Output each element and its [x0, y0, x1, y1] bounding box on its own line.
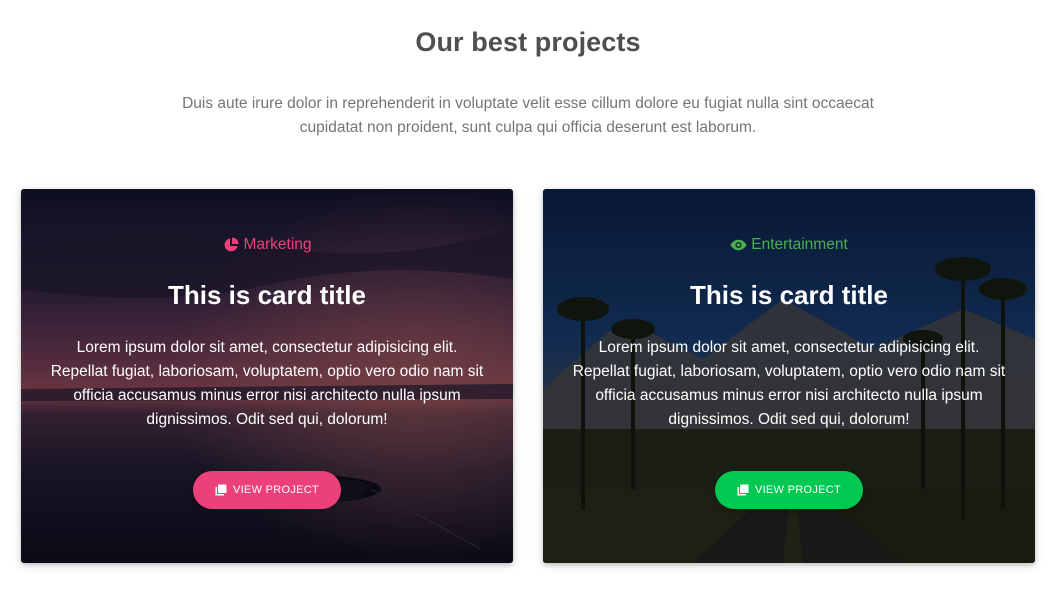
view-project-button[interactable]: VIEW PROJECT [193, 471, 341, 509]
section-description: Duis aute irure dolor in reprehenderit i… [182, 95, 874, 136]
card-body: Marketing This is card title Lorem ipsum… [21, 189, 513, 563]
clone-icon [737, 484, 749, 496]
pie-chart-icon [222, 237, 239, 254]
project-card-entertainment: Entertainment This is card title Lorem i… [543, 189, 1035, 563]
card-text: Lorem ipsum dolor sit amet, consectetur … [572, 339, 1006, 428]
card-category-label[interactable]: Marketing [243, 236, 311, 254]
card-title: This is card title [690, 280, 888, 310]
eye-icon [730, 237, 747, 254]
view-project-button[interactable]: VIEW PROJECT [715, 471, 863, 509]
card-category: Marketing [21, 236, 513, 254]
card-text: Lorem ipsum dolor sit amet, consectetur … [50, 339, 484, 428]
card-body: Entertainment This is card title Lorem i… [543, 189, 1035, 563]
project-card-marketing: Marketing This is card title Lorem ipsum… [21, 189, 513, 563]
clone-icon [215, 484, 227, 496]
section-title: Our best projects [415, 27, 641, 57]
card-category-label[interactable]: Entertainment [751, 236, 848, 254]
view-project-button-label: VIEW PROJECT [754, 484, 842, 496]
view-project-button-label: VIEW PROJECT [232, 484, 320, 496]
project-cards: Marketing This is card title Lorem ipsum… [21, 189, 1035, 563]
card-category: Entertainment [543, 236, 1035, 254]
card-title: This is card title [168, 280, 366, 310]
